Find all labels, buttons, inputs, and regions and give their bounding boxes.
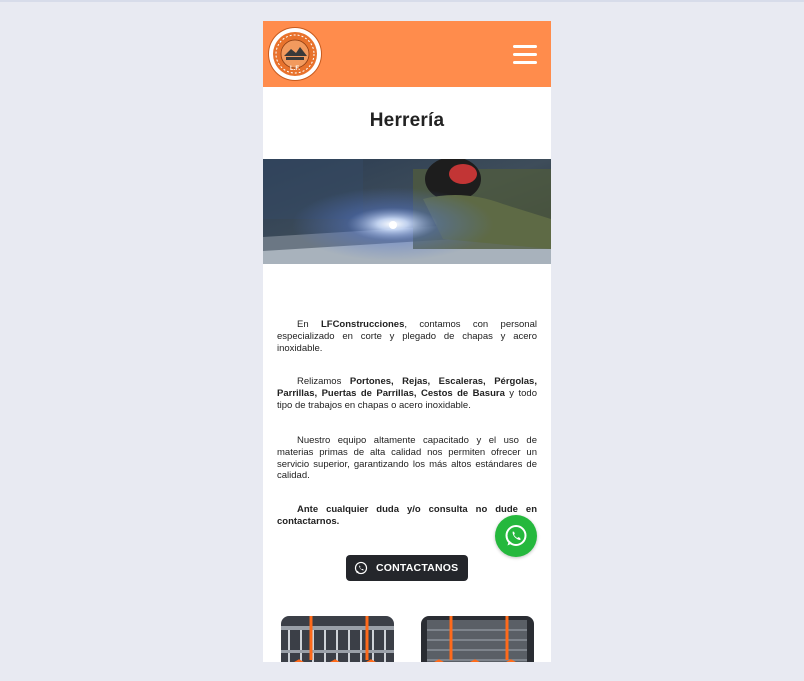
quality-paragraph: Nuestro equipo altamente capacitado y el… <box>277 435 537 482</box>
contact-button[interactable]: CONTACTANOS <box>346 555 468 581</box>
products-paragraph: Relizamos Portones, Rejas, Escaleras, Pé… <box>277 376 537 411</box>
mobile-page: L.F. Herrería En LFConstrucciones, conta… <box>263 21 551 662</box>
gallery-thumb-2[interactable] <box>421 616 534 662</box>
company-name: LFConstrucciones <box>320 319 405 330</box>
gallery-thumb-1[interactable] <box>281 616 394 662</box>
whatsapp-icon <box>505 525 527 546</box>
floating-whatsapp-button[interactable] <box>495 515 537 557</box>
svg-text:L.F.: L.F. <box>290 66 300 72</box>
page-title: Herrería <box>369 110 445 131</box>
site-header: L.F. <box>263 21 551 87</box>
logo[interactable]: L.F. <box>269 28 321 80</box>
hamburger-menu-icon[interactable] <box>511 43 539 67</box>
whatsapp-icon <box>354 561 368 575</box>
top-border <box>0 0 804 2</box>
welding-photo <box>263 159 551 264</box>
intro-paragraph: En LFConstrucciones, contamos con person… <box>277 319 537 354</box>
contact-button-label: CONTACTANOS <box>376 562 459 574</box>
